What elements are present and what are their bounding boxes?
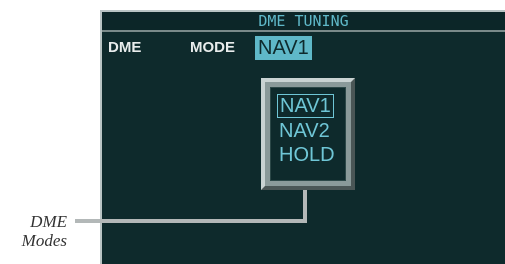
mode-option-hold[interactable]: HOLD <box>277 143 337 167</box>
title-bar: DME TUNING <box>102 12 505 32</box>
mode-selection-field[interactable]: NAV1 <box>255 36 312 60</box>
mode-option-nav2[interactable]: NAV2 <box>277 119 332 143</box>
callout-leader-horizontal <box>75 219 307 223</box>
callout-line-1: DME <box>30 212 67 231</box>
mode-label: MODE <box>190 39 235 56</box>
dme-mode-popup: NAV1 NAV2 HOLD <box>261 78 355 190</box>
dme-label: DME <box>108 39 142 56</box>
callout-leader-vertical <box>303 190 307 223</box>
callout-label: DME Modes <box>5 212 67 250</box>
page-title: DME TUNING <box>258 12 349 30</box>
dme-tuning-page: DME TUNING DME MODE NAV1 NAV1 NAV2 HOLD <box>100 10 505 264</box>
callout-line-2: Modes <box>21 231 67 250</box>
dme-mode-list: NAV1 NAV2 HOLD <box>270 87 346 181</box>
mode-option-nav1[interactable]: NAV1 <box>277 94 334 118</box>
